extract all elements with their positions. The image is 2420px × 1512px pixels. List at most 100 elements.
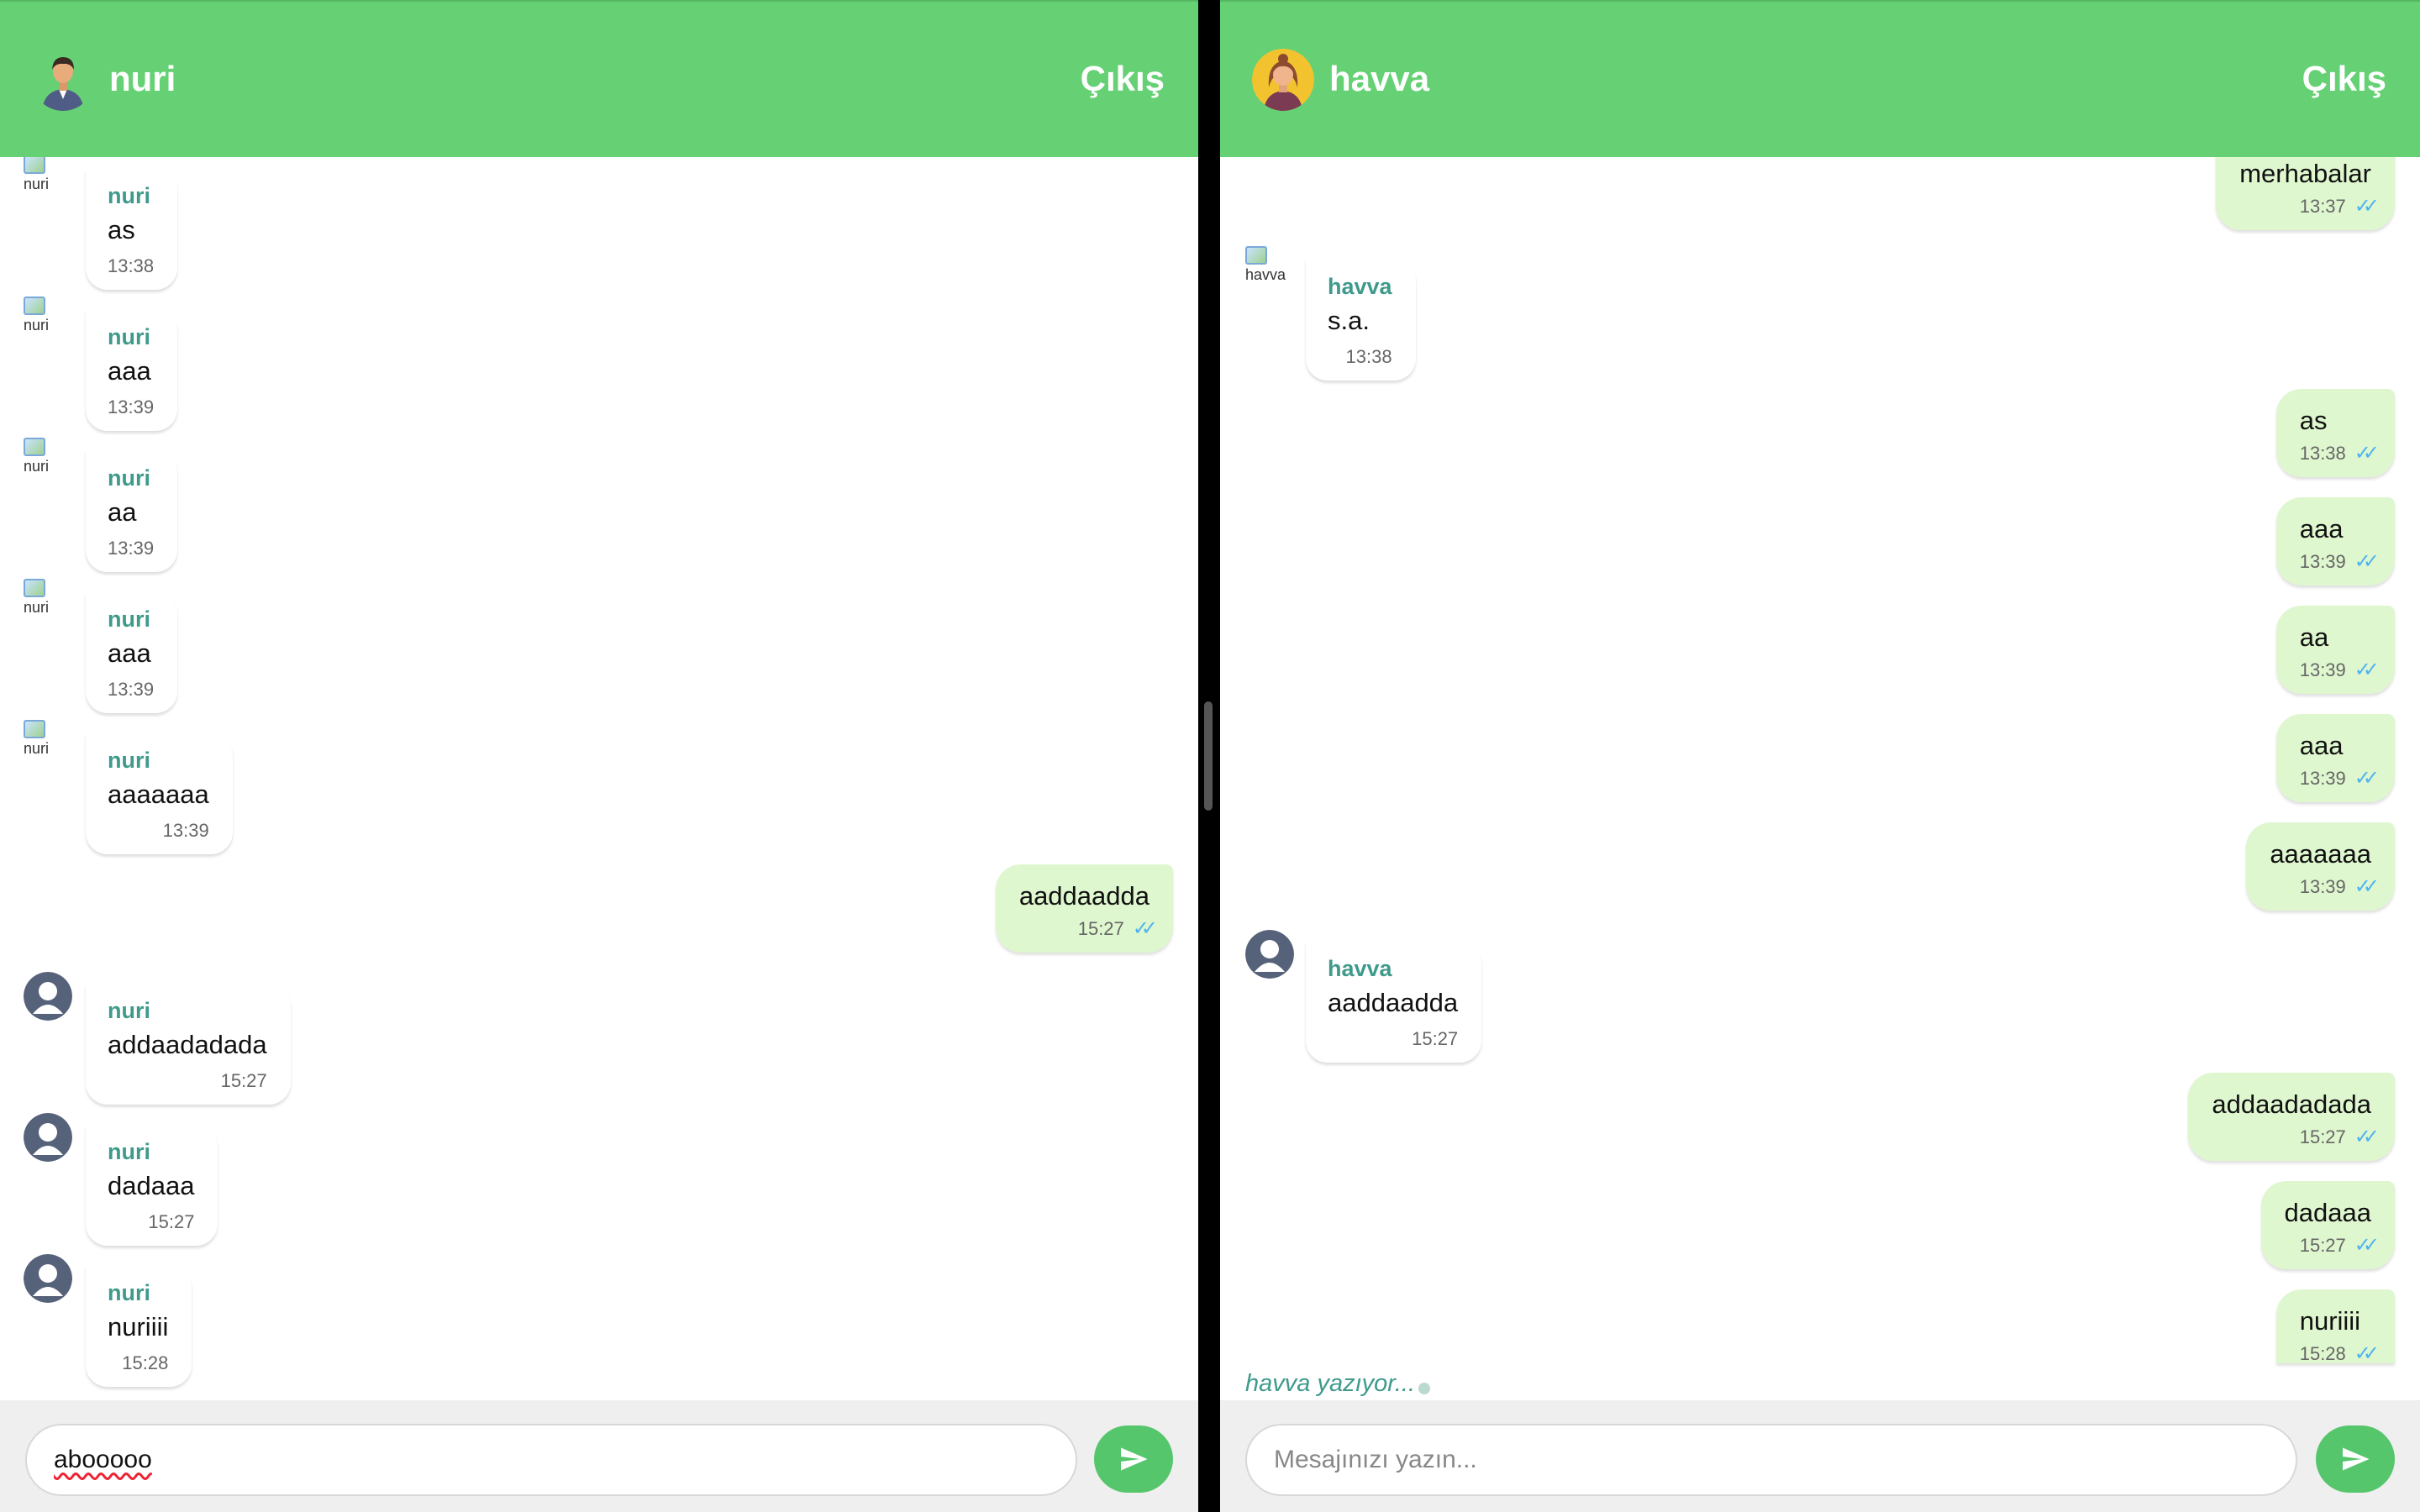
message-bubble: nuri dadaaa 15:27 (86, 1125, 218, 1246)
message-text: aaaaaaa (108, 780, 209, 809)
chat-header: havva Çıkış (1220, 0, 2420, 157)
message-time: 15:27 (148, 1211, 195, 1232)
message-time: 13:39 (2299, 659, 2346, 680)
message-time: 15:27 (1412, 1028, 1459, 1049)
outgoing-message: aaa 13:39 ✓✓ (2275, 497, 2395, 585)
broken-avatar-image: nuri (24, 438, 69, 483)
message-text: addaadadada (108, 1030, 267, 1059)
message-text: aaddaadda (1018, 881, 1150, 911)
header-username: havva (1329, 59, 1430, 98)
message-input-value: abooooo (54, 1446, 152, 1473)
outgoing-message: addaadadada 15:27 ✓✓ (2188, 1073, 2395, 1161)
outgoing-message: as 13:38 ✓✓ (2275, 389, 2395, 477)
message-text: aaddaadda (1328, 988, 1459, 1017)
split-resize-handle[interactable] (1204, 701, 1213, 811)
default-user-icon (24, 972, 72, 1021)
sender-name: nuri (108, 1280, 150, 1305)
outgoing-message: dadaaa 15:27 ✓✓ (2260, 1181, 2395, 1269)
message-time: 13:39 (2299, 876, 2346, 897)
message-time: 13:39 (108, 679, 155, 700)
sender-name: nuri (108, 324, 150, 349)
outgoing-message: aa 13:39 ✓✓ (2275, 606, 2395, 694)
send-icon (2343, 1447, 2370, 1471)
user-avatar-nuri (32, 49, 94, 111)
broken-avatar-image: nuri (24, 720, 69, 765)
message-text: as (108, 215, 135, 244)
sender-name: havva (1328, 274, 1392, 299)
sender-name: nuri (108, 465, 150, 491)
sender-name: nuri (108, 183, 150, 208)
message-time: 13:39 (108, 396, 155, 417)
message-text: addaadadada (2212, 1089, 2371, 1119)
default-user-icon (24, 1113, 72, 1162)
message-time: 13:38 (2299, 443, 2346, 464)
double-check-icon: ✓✓ (2354, 1342, 2380, 1364)
message-time: 13:37 (2299, 196, 2346, 217)
message-time: 13:39 (108, 538, 155, 559)
message-input[interactable]: Mesajınızı yazın... (1245, 1424, 2297, 1496)
message-time: 15:27 (2299, 1235, 2346, 1256)
header-username: nuri (109, 59, 176, 98)
message-text: merhabalar (2239, 159, 2371, 188)
send-button[interactable] (2316, 1425, 2395, 1493)
outgoing-message: aaaaaaa 13:39 ✓✓ (2246, 822, 2395, 911)
send-icon (1121, 1447, 1148, 1471)
message-time: 13:38 (108, 255, 155, 276)
message-bubble: nuri aaa 13:39 (86, 310, 178, 431)
message-composer: abooooo (0, 1400, 1198, 1512)
message-time: 15:27 (1077, 918, 1124, 939)
message-text: aaa (2299, 731, 2344, 760)
message-text: aaaaaaa (2270, 839, 2371, 869)
double-check-icon: ✓✓ (2354, 659, 2380, 681)
message-bubble: nuri as 13:38 (86, 169, 178, 290)
outgoing-message: aaddaadda 15:27 ✓✓ (995, 864, 1173, 953)
logout-button[interactable]: Çıkış (2302, 59, 2386, 99)
message-text: s.a. (1328, 306, 1370, 335)
broken-avatar-image: nuri (24, 297, 69, 342)
typing-dot-icon (1418, 1383, 1430, 1394)
sender-name: nuri (108, 606, 150, 632)
message-time: 15:28 (2299, 1343, 2346, 1363)
message-time: 15:28 (122, 1352, 169, 1373)
message-text: nuriiii (2299, 1306, 2361, 1336)
message-text: aa (108, 497, 137, 527)
logout-button[interactable]: Çıkış (1081, 59, 1165, 99)
broken-avatar-image: havva (1245, 246, 1291, 291)
outgoing-message: aaa 13:39 ✓✓ (2275, 714, 2395, 802)
typing-indicator: havva yazıyor... (1245, 1370, 1416, 1397)
message-text: aaa (108, 638, 151, 668)
sender-name: nuri (108, 748, 150, 773)
default-user-icon (24, 1254, 72, 1303)
message-text: dadaaa (2284, 1198, 2371, 1227)
message-time: 15:27 (2299, 1126, 2346, 1147)
sender-name: nuri (108, 998, 150, 1023)
double-check-icon: ✓✓ (2354, 875, 2380, 898)
message-time: 13:39 (2299, 768, 2346, 789)
message-text: dadaaa (108, 1171, 195, 1200)
message-list[interactable]: nuri nuri as 13:38 nuri nuri aaa 13:39 n… (0, 157, 1198, 1400)
message-bubble: havva aaddaadda 15:27 (1306, 942, 1482, 1063)
broken-avatar-image: nuri (24, 157, 69, 201)
default-user-icon (1245, 930, 1294, 979)
message-text: aa (2299, 622, 2329, 652)
message-input[interactable]: abooooo (25, 1424, 1077, 1496)
message-text: as (2299, 406, 2328, 435)
message-composer: Mesajınızı yazın... (1220, 1400, 2420, 1512)
chat-window-havva: havva Çıkış merhabalar 13:37 ✓✓ havva hav… (1220, 0, 2420, 1512)
double-check-icon: ✓✓ (2354, 195, 2380, 218)
double-check-icon: ✓✓ (1132, 917, 1158, 940)
double-check-icon: ✓✓ (2354, 550, 2380, 573)
message-text: aaa (2299, 514, 2344, 543)
outgoing-message: merhabalar 13:37 ✓✓ (2216, 157, 2395, 230)
message-bubble: nuri aaa 13:39 (86, 592, 178, 713)
message-bubble: nuri aa 13:39 (86, 451, 178, 572)
message-text: nuriiii (108, 1312, 169, 1341)
sender-name: nuri (108, 1139, 150, 1164)
double-check-icon: ✓✓ (2354, 767, 2380, 790)
chat-header: nuri Çıkış (0, 0, 1198, 157)
message-list[interactable]: merhabalar 13:37 ✓✓ havva havva s.a. 13:3… (1220, 157, 2420, 1400)
send-button[interactable] (1094, 1425, 1173, 1493)
sender-name: havva (1328, 956, 1392, 981)
message-bubble: nuri addaadadada 15:27 (86, 984, 291, 1105)
broken-avatar-image: nuri (24, 579, 69, 624)
